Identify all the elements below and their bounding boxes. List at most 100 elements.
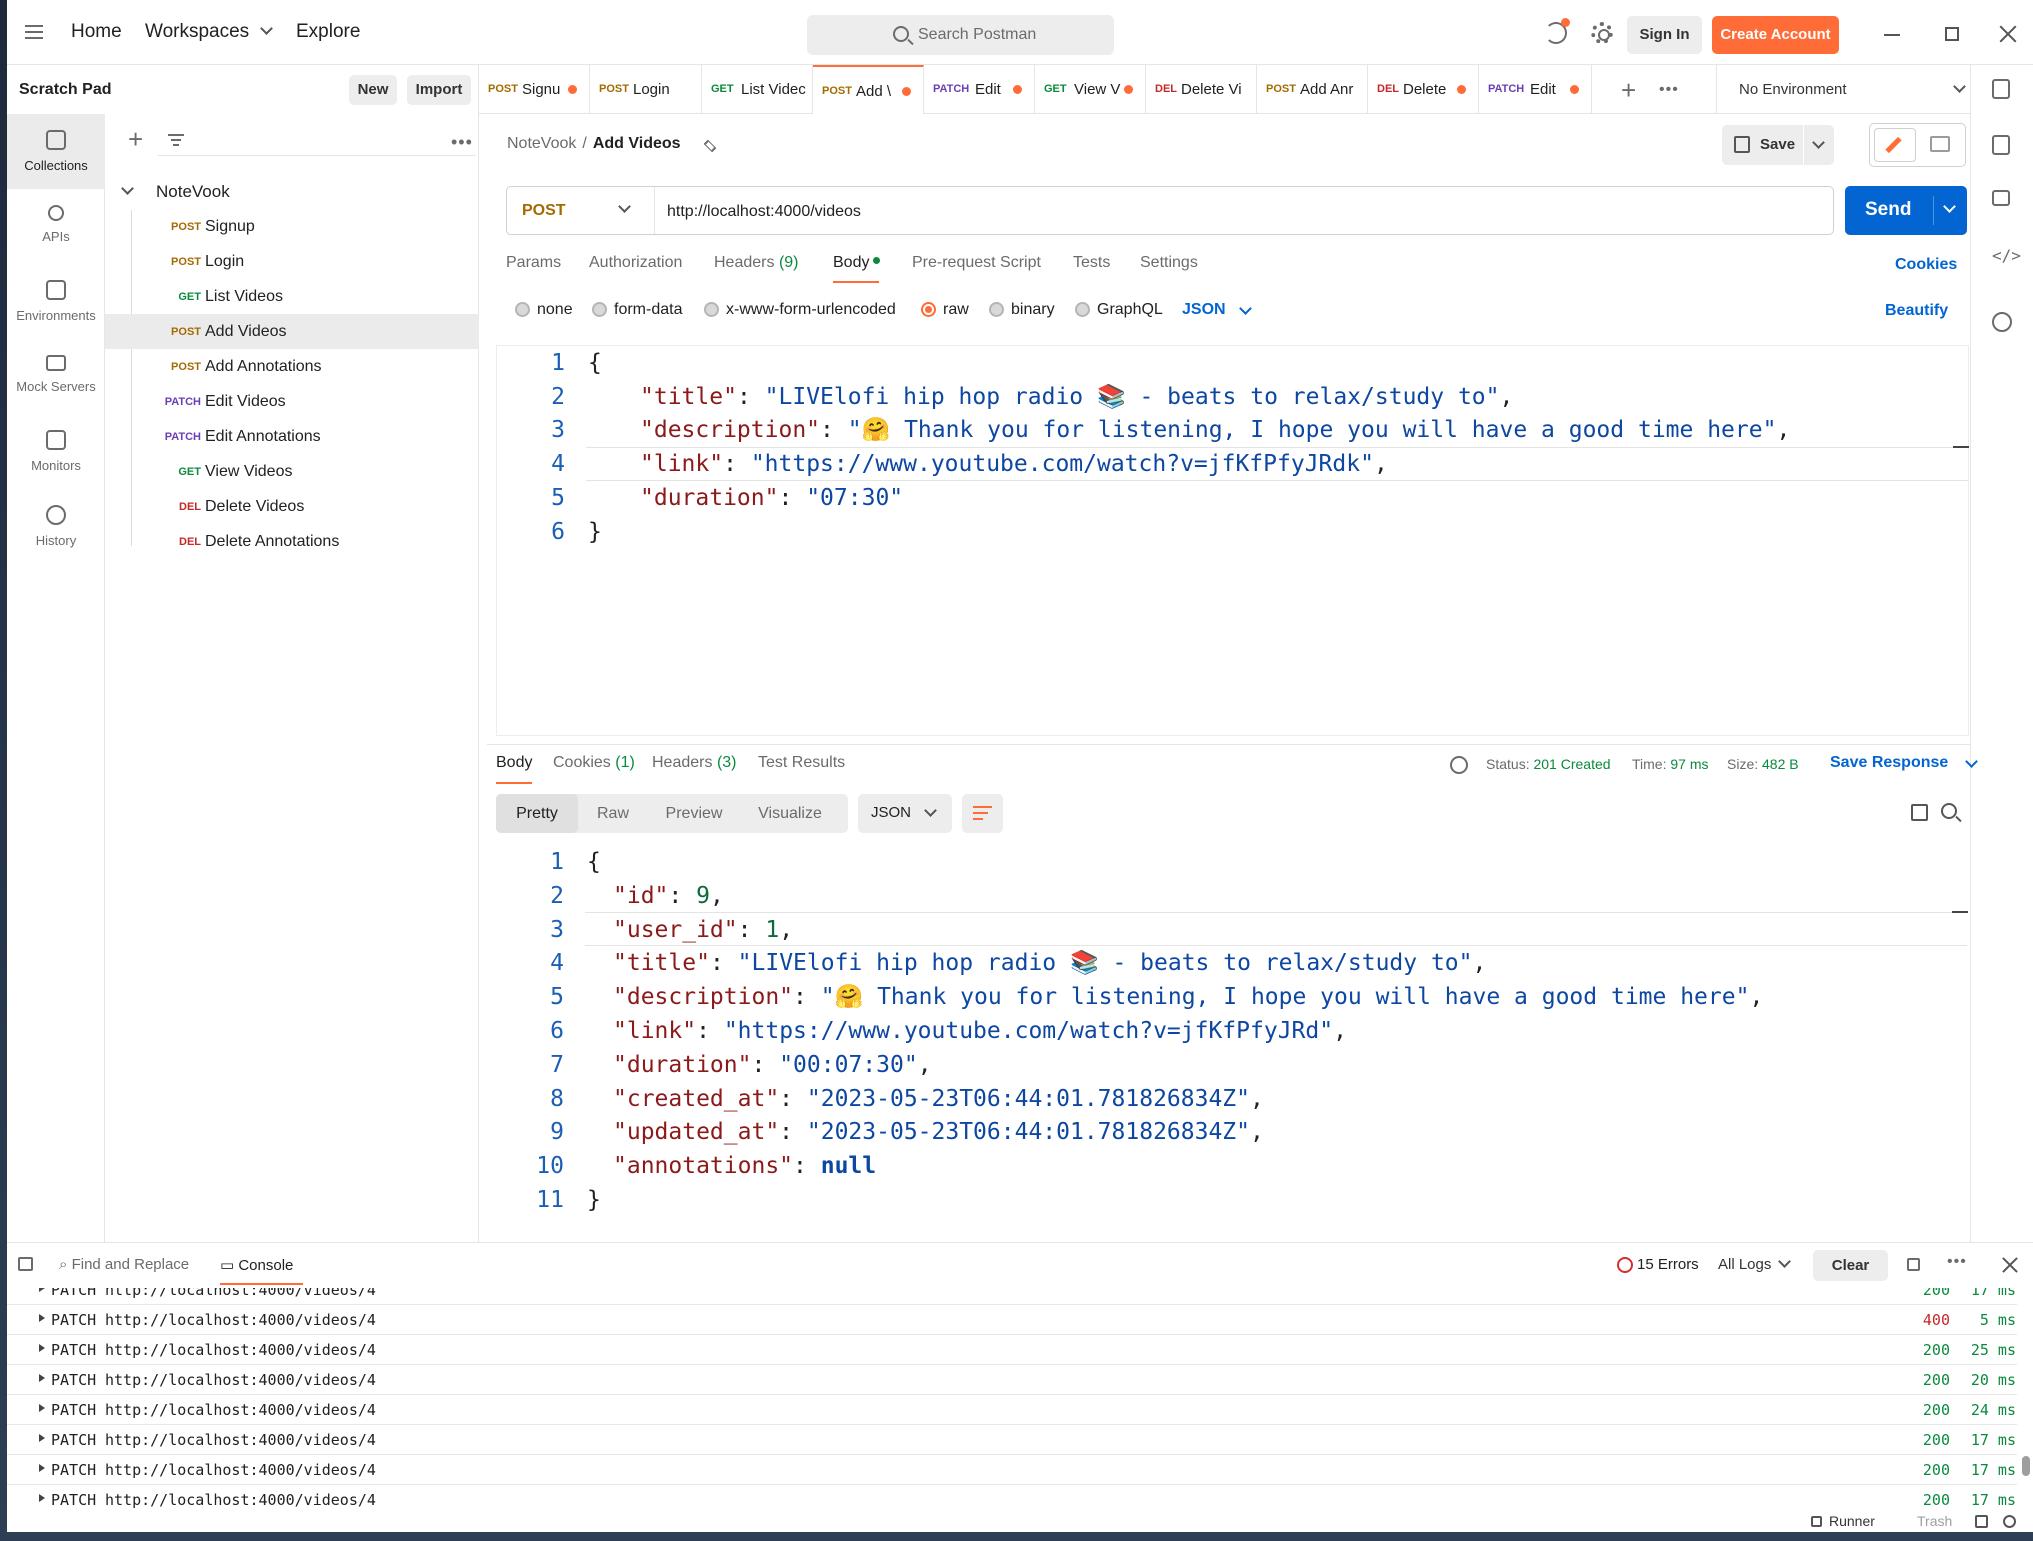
tab-4[interactable]: PATCH Edit xyxy=(924,65,1035,114)
view-pretty[interactable]: Pretty xyxy=(496,794,578,833)
comments-icon[interactable] xyxy=(1992,190,2010,206)
collection-notevook[interactable]: NoteVook xyxy=(105,174,479,209)
tab-3[interactable]: POST Add \ xyxy=(813,65,924,114)
sign-in-button[interactable]: Sign In xyxy=(1627,16,1702,54)
nav-explore[interactable]: Explore xyxy=(296,21,360,43)
rail-collections[interactable]: Collections xyxy=(7,114,105,189)
radio-none[interactable] xyxy=(515,302,530,317)
tab-0[interactable]: POST Signu xyxy=(479,65,590,114)
log-row[interactable]: PATCH http://localhost:4000/videos/4 200 17… xyxy=(7,1288,2017,1305)
code-icon[interactable]: </> xyxy=(1992,246,2021,266)
radio-raw[interactable] xyxy=(921,302,936,317)
close-console-icon[interactable] xyxy=(2001,1256,2019,1274)
radio-form-data[interactable] xyxy=(592,302,607,317)
log-row[interactable]: PATCH http://localhost:4000/videos/4 200 24… xyxy=(7,1395,2017,1425)
body-format-select[interactable]: JSON xyxy=(1182,301,1226,319)
sidebar-item-add-annotations[interactable]: POST Add Annotations xyxy=(105,349,479,384)
tab-tests[interactable]: Tests xyxy=(1073,254,1110,272)
new-button[interactable]: New xyxy=(349,75,397,105)
breadcrumb-parent[interactable]: NoteVook xyxy=(507,135,576,152)
chevron-down-icon[interactable] xyxy=(1778,1255,1791,1268)
search-icon[interactable] xyxy=(1941,803,1957,819)
clear-button[interactable]: Clear xyxy=(1813,1250,1888,1281)
view-preview[interactable]: Preview xyxy=(648,794,740,833)
environment-quick-look-icon[interactable] xyxy=(1992,79,2010,99)
nav-workspaces[interactable]: Workspaces xyxy=(145,21,274,43)
rail-history[interactable]: History xyxy=(7,489,105,564)
sync-icon[interactable] xyxy=(1545,18,1570,44)
trash-button[interactable]: Trash xyxy=(1917,1513,1952,1529)
edit-mode-icon[interactable] xyxy=(1874,128,1916,162)
menu-icon[interactable] xyxy=(25,25,43,39)
beautify-button[interactable]: Beautify xyxy=(1885,302,1948,320)
tab-2[interactable]: GET List Videc xyxy=(702,65,813,114)
response-body-viewer[interactable]: 1{2 "id": 9, 3 "user_id": 1, 4 "title": "LIVE… xyxy=(496,845,1969,1237)
log-row[interactable]: PATCH http://localhost:4000/videos/4 200 17… xyxy=(7,1485,2017,1510)
tab-6[interactable]: DEL Delete Vi xyxy=(1146,65,1257,114)
new-tab-icon[interactable]: + xyxy=(1621,75,1636,106)
gear-icon[interactable] xyxy=(1591,22,1613,44)
view-visualize[interactable]: Visualize xyxy=(740,794,840,833)
minimize-icon[interactable] xyxy=(1884,34,1900,36)
radio-graphql[interactable] xyxy=(1075,302,1090,317)
close-window-icon[interactable] xyxy=(1999,25,2017,43)
more-options-icon[interactable]: ••• xyxy=(451,132,473,153)
pop-out-icon[interactable] xyxy=(1907,1258,1920,1271)
rename-icon[interactable] xyxy=(703,139,717,153)
cookies-link[interactable]: Cookies xyxy=(1895,256,1957,274)
tab-overflow-icon[interactable]: ••• xyxy=(1659,81,1679,99)
nav-home[interactable]: Home xyxy=(71,21,122,43)
tab-8[interactable]: DEL Delete xyxy=(1368,65,1479,114)
environment-selector[interactable]: No Environment xyxy=(1716,65,1986,114)
tab-1[interactable]: POST Login xyxy=(590,65,702,114)
sidebar-item-delete-videos[interactable]: DEL Delete Videos xyxy=(105,489,479,524)
request-body-editor[interactable]: 1{2 "title": "LIVElofi hip hop radio 📚 - … xyxy=(496,345,1969,736)
sidebar-item-list-videos[interactable]: GET List Videos xyxy=(105,279,479,314)
rail-apis[interactable]: APIs xyxy=(7,189,105,264)
console-scrollbar[interactable] xyxy=(2022,1456,2030,1476)
rail-environments[interactable]: Environments xyxy=(7,264,105,339)
search-bar[interactable]: Search Postman xyxy=(807,15,1114,55)
tab-body[interactable]: Body xyxy=(833,254,881,272)
info-icon[interactable] xyxy=(1992,312,2012,332)
rail-monitors[interactable]: Monitors xyxy=(7,414,105,489)
resp-tab-headers[interactable]: Headers (3) xyxy=(652,754,737,772)
sidebar-item-signup[interactable]: POST Signup xyxy=(105,209,479,244)
sidebar-item-edit-annotations[interactable]: PATCH Edit Annotations xyxy=(105,419,479,454)
find-replace-tab[interactable]: ⌕ Find and Replace xyxy=(59,1256,189,1273)
wrap-lines-icon[interactable] xyxy=(962,794,1003,833)
log-row[interactable]: PATCH http://localhost:4000/videos/4 200 20… xyxy=(7,1365,2017,1395)
copy-icon[interactable] xyxy=(1911,804,1928,821)
layout-icon[interactable] xyxy=(1975,1515,1988,1528)
maximize-icon[interactable] xyxy=(1945,27,1959,41)
chevron-down-icon[interactable] xyxy=(1239,302,1252,315)
radio-binary[interactable] xyxy=(989,302,1004,317)
runner-button[interactable]: Runner xyxy=(1829,1513,1875,1529)
method-select[interactable]: POST xyxy=(507,187,655,234)
sidebar-item-delete-annotations[interactable]: DEL Delete Annotations xyxy=(105,524,479,559)
log-row[interactable]: PATCH http://localhost:4000/videos/4 200 25… xyxy=(7,1335,2017,1365)
tab-params[interactable]: Params xyxy=(506,254,561,272)
log-row[interactable]: PATCH http://localhost:4000/videos/4 200 17… xyxy=(7,1455,2017,1485)
tab-9[interactable]: PATCH Edit xyxy=(1479,65,1592,114)
chevron-down-icon[interactable] xyxy=(1943,200,1956,213)
globe-icon[interactable] xyxy=(1450,756,1468,774)
tab-7[interactable]: POST Add Anr xyxy=(1257,65,1368,114)
sidebar-item-login[interactable]: POST Login xyxy=(105,244,479,279)
import-button[interactable]: Import xyxy=(407,75,471,105)
tab-authorization[interactable]: Authorization xyxy=(589,254,682,272)
send-button[interactable]: Send xyxy=(1845,186,1967,235)
console-tab[interactable]: ▭ Console xyxy=(220,1256,293,1274)
sidebar-item-view-videos[interactable]: GET View Videos xyxy=(105,454,479,489)
view-raw[interactable]: Raw xyxy=(578,794,648,833)
tab-settings[interactable]: Settings xyxy=(1140,254,1198,272)
tab-headers[interactable]: Headers (9) xyxy=(714,254,799,272)
save-response-button[interactable]: Save Response xyxy=(1830,754,1948,772)
documentation-icon[interactable] xyxy=(1992,135,2010,155)
save-options-button[interactable] xyxy=(1804,125,1834,165)
sidebar-item-edit-videos[interactable]: PATCH Edit Videos xyxy=(105,384,479,419)
rail-mock-servers[interactable]: Mock Servers xyxy=(7,339,105,414)
add-collection-icon[interactable]: + xyxy=(128,126,143,152)
log-row[interactable]: PATCH http://localhost:4000/videos/4 400 5 … xyxy=(7,1305,2017,1335)
tab-pre-request-script[interactable]: Pre-request Script xyxy=(912,254,1041,272)
